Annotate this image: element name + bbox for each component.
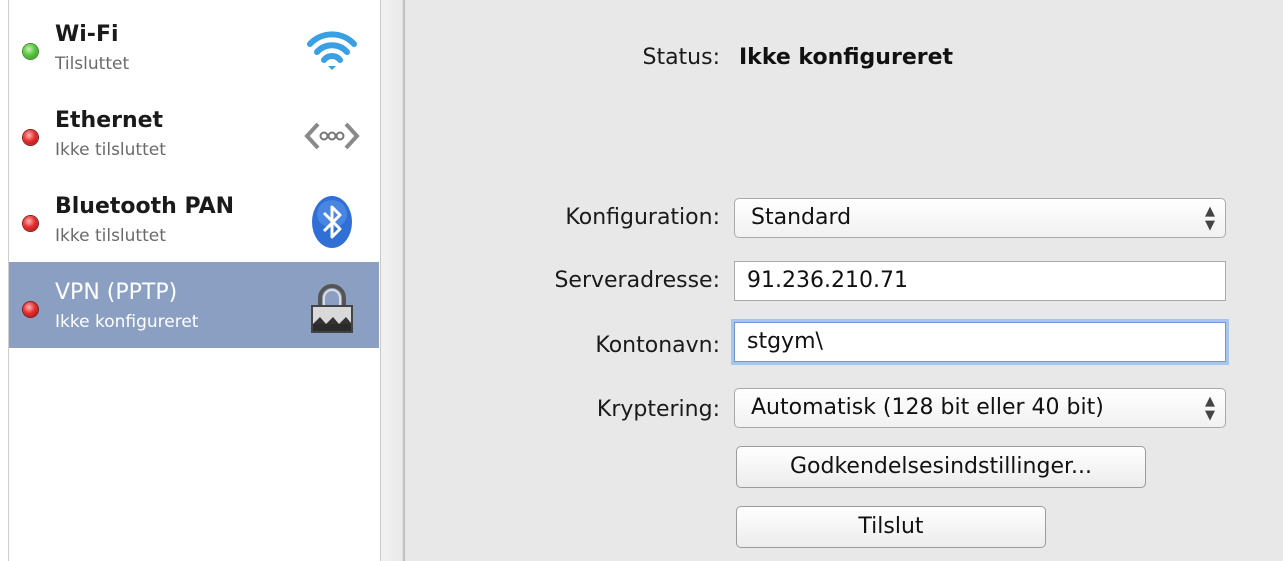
server-address-input[interactable]: 91.236.210.71 xyxy=(734,261,1226,301)
configuration-value: Standard xyxy=(751,205,852,230)
server-label: Serveradresse: xyxy=(554,268,720,293)
encryption-select[interactable]: Automatisk (128 bit eller 40 bit) ▲ ▼ xyxy=(734,388,1226,428)
wifi-icon xyxy=(307,31,357,70)
encryption-label: Kryptering: xyxy=(596,397,720,422)
split-divider[interactable] xyxy=(380,0,406,561)
service-name: Ethernet xyxy=(55,108,164,133)
service-name: Wi-Fi xyxy=(55,22,119,47)
connect-button[interactable]: Tilslut xyxy=(736,506,1046,548)
service-name: VPN (PPTP) xyxy=(55,280,178,305)
account-name-input[interactable]: stgym\ xyxy=(734,322,1226,362)
select-arrows-icon: ▲ ▼ xyxy=(1205,204,1215,233)
status-dot-green xyxy=(23,44,38,59)
service-status: Ikke tilsluttet xyxy=(55,140,166,160)
status-dot-red xyxy=(23,302,38,317)
account-label: Kontonavn: xyxy=(595,333,720,358)
status-label: Status: xyxy=(642,45,720,70)
encryption-value: Automatisk (128 bit eller 40 bit) xyxy=(751,395,1104,420)
service-status: Tilsluttet xyxy=(55,54,130,74)
configuration-label: Konfiguration: xyxy=(565,205,720,230)
status-dot-red xyxy=(23,130,38,145)
service-status: Ikke tilsluttet xyxy=(55,226,166,246)
authentication-settings-button[interactable]: Godkendelsesindstillinger... xyxy=(736,446,1146,488)
lock-icon xyxy=(311,284,353,333)
service-item-vpn[interactable]: VPN (PPTP) Ikke konfigureret xyxy=(9,262,379,348)
service-item-wifi[interactable]: Wi-Fi Tilsluttet xyxy=(9,4,379,90)
ethernet-icon xyxy=(304,122,360,150)
bluetooth-icon xyxy=(312,196,352,248)
status-value: Ikke konfigureret xyxy=(739,45,954,70)
select-arrows-icon: ▲ ▼ xyxy=(1205,394,1215,423)
status-dot-red xyxy=(23,216,38,231)
service-item-bluetooth[interactable]: Bluetooth PAN Ikke tilsluttet xyxy=(9,176,379,262)
configuration-select[interactable]: Standard ▲ ▼ xyxy=(734,198,1226,238)
service-name: Bluetooth PAN xyxy=(55,194,235,219)
service-item-ethernet[interactable]: Ethernet Ikke tilsluttet xyxy=(9,90,379,176)
service-status: Ikke konfigureret xyxy=(55,312,199,332)
